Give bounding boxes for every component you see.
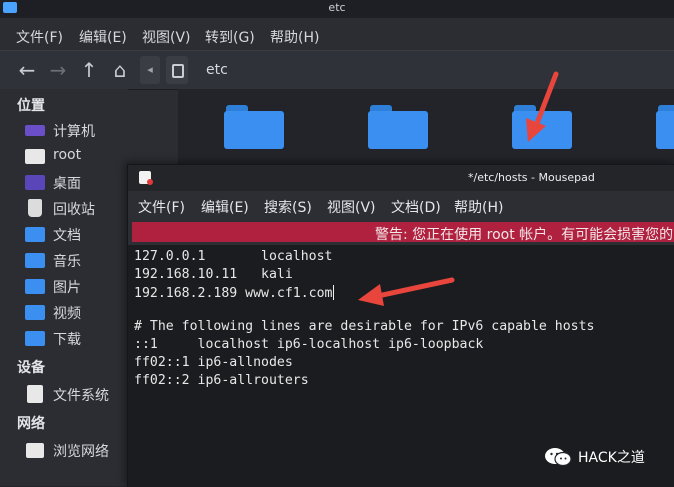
sidebar-item-label: 音乐 xyxy=(53,254,81,270)
sidebar-item-documents[interactable]: 文档 xyxy=(24,223,128,245)
sidebar-item-label: 文件系统 xyxy=(53,388,109,404)
editor-line: ff02::1 ip6-allnodes xyxy=(134,355,293,370)
menu-view[interactable]: 视图(V) xyxy=(327,197,376,217)
folder-icon[interactable] xyxy=(656,105,674,149)
filesystem-icon xyxy=(27,385,43,403)
editor-line: 127.0.0.1 localhost xyxy=(134,249,333,264)
path-scroll-left-icon[interactable]: ◂ xyxy=(140,56,160,84)
folder-icon[interactable] xyxy=(368,105,428,149)
file-manager-toolbar: ← → ↑ ⌂ ◂ etc xyxy=(0,50,674,90)
home-icon[interactable]: ⌂ xyxy=(108,58,132,82)
editor-line: 192.168.2.189 www.cf1.com xyxy=(134,285,334,301)
sidebar-item-label: 桌面 xyxy=(53,176,81,192)
network-header: 网络 xyxy=(17,416,45,432)
window-title: etc xyxy=(328,1,346,14)
sidebar-item-label: 视频 xyxy=(53,306,81,322)
sidebar-item-videos[interactable]: 视频 xyxy=(24,301,128,323)
mousepad-app-icon xyxy=(139,171,153,185)
annotation-arrow-icon xyxy=(526,71,559,142)
file-manager-titlebar: etc xyxy=(0,0,674,18)
sidebar-item-network[interactable]: 浏览网络 xyxy=(24,439,128,461)
up-arrow-icon[interactable]: ↑ xyxy=(77,58,101,82)
watermark: HACK之道 xyxy=(544,444,662,470)
computer-icon xyxy=(25,125,45,136)
places-header: 位置 xyxy=(17,98,45,114)
back-arrow-icon[interactable]: ← xyxy=(15,58,39,82)
sidebar-item-label: 回收站 xyxy=(53,202,95,218)
network-icon xyxy=(26,443,44,458)
sidebar-item-pictures[interactable]: 图片 xyxy=(24,275,128,297)
file-manager-menubar: 文件(F) 编辑(E) 视图(V) 转到(G) 帮助(H) xyxy=(0,20,674,50)
menu-file[interactable]: 文件(F) xyxy=(16,27,63,47)
warning-text: 警告: 您正在使用 root 帐户。有可能会损害您的 xyxy=(375,227,674,243)
forward-arrow-icon[interactable]: → xyxy=(46,58,70,82)
menu-view[interactable]: 视图(V) xyxy=(142,27,191,47)
sidebar-item-filesystem[interactable]: 文件系统 xyxy=(24,383,128,405)
menu-help[interactable]: 帮助(H) xyxy=(270,27,319,47)
breadcrumb-etc[interactable]: etc xyxy=(194,56,240,84)
menu-search[interactable]: 搜索(S) xyxy=(264,197,312,217)
wechat-icon xyxy=(545,448,572,467)
sidebar: 位置 计算机 root 桌面 回收站 文档 音乐 图片 视频 下载 设备 文件系… xyxy=(0,89,128,486)
editor-line: ff02::2 ip6-allrouters xyxy=(134,373,309,388)
annotation-arrow-icon xyxy=(358,277,455,306)
sidebar-item-trash[interactable]: 回收站 xyxy=(24,197,128,219)
mousepad-window: */etc/hosts - Mousepad 文件(F) 编辑(E) 搜索(S)… xyxy=(127,164,674,487)
music-folder-icon xyxy=(25,253,45,268)
sidebar-item-label: 浏览网络 xyxy=(53,444,109,460)
menu-help[interactable]: 帮助(H) xyxy=(454,197,503,217)
root-warning-bar: 警告: 您正在使用 root 帐户。有可能会损害您的 xyxy=(132,222,674,243)
documents-folder-icon xyxy=(25,227,45,242)
filesystem-root-button[interactable] xyxy=(166,56,188,84)
pictures-folder-icon xyxy=(25,279,45,294)
menu-go[interactable]: 转到(G) xyxy=(205,27,255,47)
mousepad-menubar: 文件(F) 编辑(E) 搜索(S) 视图(V) 文档(D) 帮助(H) xyxy=(128,193,674,219)
editor-line: 192.168.10.11 kali xyxy=(134,267,293,282)
editor-line: # The following lines are desirable for … xyxy=(134,319,595,334)
menu-edit[interactable]: 编辑(E) xyxy=(201,197,249,217)
home-folder-icon xyxy=(25,149,45,164)
sidebar-item-computer[interactable]: 计算机 xyxy=(24,119,128,141)
sidebar-item-desktop[interactable]: 桌面 xyxy=(24,171,128,193)
sidebar-item-downloads[interactable]: 下载 xyxy=(24,327,128,349)
sidebar-item-music[interactable]: 音乐 xyxy=(24,249,128,271)
trash-icon xyxy=(28,199,42,217)
sidebar-item-root[interactable]: root xyxy=(24,145,128,167)
mousepad-title: */etc/hosts - Mousepad xyxy=(468,171,595,184)
menu-file[interactable]: 文件(F) xyxy=(138,197,185,217)
sidebar-item-label: 下载 xyxy=(53,332,81,348)
menu-edit[interactable]: 编辑(E) xyxy=(79,27,127,47)
devices-header: 设备 xyxy=(17,360,45,376)
sidebar-item-label: 文档 xyxy=(53,228,81,244)
videos-folder-icon xyxy=(25,305,45,320)
desktop-icon xyxy=(25,175,45,190)
downloads-folder-icon xyxy=(25,331,45,346)
text-cursor xyxy=(332,285,334,300)
menu-document[interactable]: 文档(D) xyxy=(391,197,441,217)
folder-icon[interactable] xyxy=(224,105,284,149)
watermark-text: HACK之道 xyxy=(578,450,645,466)
file-view xyxy=(178,89,674,169)
mousepad-titlebar: */etc/hosts - Mousepad xyxy=(128,165,674,191)
sidebar-item-label: 计算机 xyxy=(53,124,95,140)
editor-line-text: 192.168.2.189 www.cf1.com xyxy=(134,286,333,301)
editor-line: ::1 localhost ip6-localhost ip6-loopback xyxy=(134,337,484,352)
sidebar-item-label: root xyxy=(53,147,82,163)
sidebar-item-label: 图片 xyxy=(53,280,81,296)
